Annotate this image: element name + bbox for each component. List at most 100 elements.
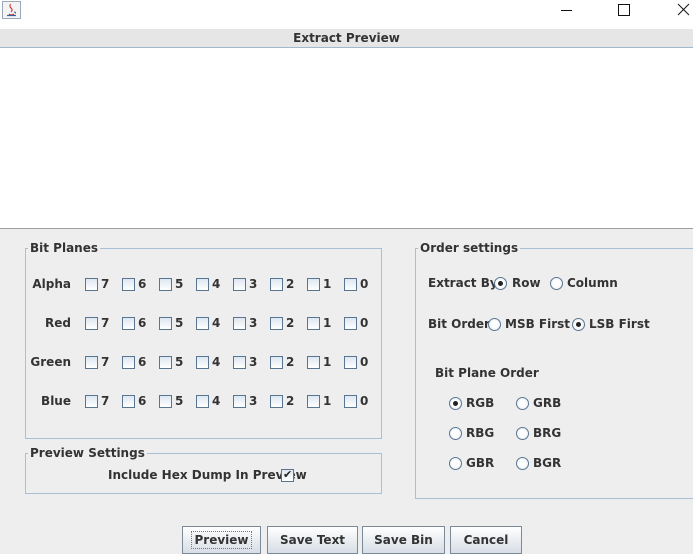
bit-checkbox-alpha-7[interactable] <box>85 278 98 291</box>
bit-label: 5 <box>175 394 184 408</box>
bit-label: 4 <box>212 277 221 291</box>
bit-checkbox-alpha-2[interactable] <box>270 278 283 291</box>
minimize-icon[interactable] <box>547 0 587 22</box>
extract-by-row-label: Row <box>512 276 541 290</box>
bit-label: 6 <box>138 355 147 369</box>
cancel-button[interactable]: Cancel <box>450 526 522 554</box>
bit-checkbox-red-4[interactable] <box>196 317 209 330</box>
bit-checkbox-red-3[interactable] <box>233 317 246 330</box>
bit-label: 1 <box>323 316 332 330</box>
bit-checkbox-blue-4[interactable] <box>196 395 209 408</box>
bit-label: 7 <box>101 394 110 408</box>
extract-by-row-radio[interactable] <box>494 277 507 290</box>
bit-label: 3 <box>249 394 258 408</box>
bit-label: 0 <box>360 277 369 291</box>
bit-checkbox-blue-5[interactable] <box>159 395 172 408</box>
bit-checkbox-green-7[interactable] <box>85 356 98 369</box>
bit-checkbox-green-1[interactable] <box>307 356 320 369</box>
bit-checkbox-green-2[interactable] <box>270 356 283 369</box>
bit-order-msb-radio[interactable] <box>488 318 501 331</box>
bit-label: 2 <box>286 277 295 291</box>
bit-label: 5 <box>175 355 184 369</box>
bit-checkbox-green-6[interactable] <box>122 356 135 369</box>
bit-label: 0 <box>360 316 369 330</box>
order-gbr-label: GBR <box>466 456 495 470</box>
order-rbg-radio[interactable] <box>449 427 462 440</box>
order-bgr-radio[interactable] <box>516 457 529 470</box>
bit-order-lsb-label: LSB First <box>589 317 650 331</box>
bit-label: 1 <box>323 394 332 408</box>
bit-checkbox-alpha-1[interactable] <box>307 278 320 291</box>
bit-checkbox-red-5[interactable] <box>159 317 172 330</box>
bit-checkbox-alpha-3[interactable] <box>233 278 246 291</box>
save-bin-button[interactable]: Save Bin <box>362 526 445 554</box>
order-rgb-radio[interactable] <box>449 397 462 410</box>
bit-label: 0 <box>360 394 369 408</box>
bit-label: 6 <box>138 316 147 330</box>
bit-checkbox-red-7[interactable] <box>85 317 98 330</box>
bit-checkbox-alpha-5[interactable] <box>159 278 172 291</box>
order-grb-radio[interactable] <box>516 397 529 410</box>
bit-label: 2 <box>286 316 295 330</box>
bit-order-msb-label: MSB First <box>505 317 571 331</box>
bit-row-label-red: Red <box>45 316 71 330</box>
bit-label: 6 <box>138 394 147 408</box>
bit-planes-title: Bit Planes <box>30 241 99 255</box>
bit-checkbox-alpha-6[interactable] <box>122 278 135 291</box>
bit-planes-panel: Bit Planes <box>25 241 382 439</box>
bit-label: 7 <box>101 277 110 291</box>
order-brg-radio[interactable] <box>516 427 529 440</box>
hex-dump-checkbox[interactable]: ✔ <box>281 468 294 482</box>
bit-label: 2 <box>286 355 295 369</box>
preview-text-area[interactable] <box>0 48 693 229</box>
order-rbg-label: RBG <box>466 426 495 440</box>
bit-checkbox-red-6[interactable] <box>122 317 135 330</box>
bit-label: 1 <box>323 355 332 369</box>
bit-checkbox-blue-1[interactable] <box>307 395 320 408</box>
save-text-button-label: Save Text <box>279 533 346 547</box>
extract-by-column-radio[interactable] <box>550 277 563 290</box>
bit-label: 5 <box>175 316 184 330</box>
window-title: Extract Preview <box>0 29 693 48</box>
bit-checkbox-green-5[interactable] <box>159 356 172 369</box>
java-app-icon <box>2 1 21 19</box>
bit-label: 4 <box>212 316 221 330</box>
bit-label: 3 <box>249 355 258 369</box>
bit-checkbox-blue-7[interactable] <box>85 395 98 408</box>
bit-checkbox-red-1[interactable] <box>307 317 320 330</box>
bit-checkbox-blue-0[interactable] <box>344 395 357 408</box>
bit-order-lsb-radio[interactable] <box>572 318 585 331</box>
bit-checkbox-alpha-0[interactable] <box>344 278 357 291</box>
bit-checkbox-green-0[interactable] <box>344 356 357 369</box>
bit-label: 1 <box>323 277 332 291</box>
bit-checkbox-red-0[interactable] <box>344 317 357 330</box>
bit-label: 0 <box>360 355 369 369</box>
bit-label: 5 <box>175 277 184 291</box>
save-text-button[interactable]: Save Text <box>267 526 358 554</box>
close-icon[interactable] <box>664 0 693 22</box>
bit-checkbox-green-3[interactable] <box>233 356 246 369</box>
order-brg-label: BRG <box>533 426 562 440</box>
bit-label: 6 <box>138 277 147 291</box>
bit-checkbox-green-4[interactable] <box>196 356 209 369</box>
bit-label: 3 <box>249 316 258 330</box>
order-rgb-label: RGB <box>466 396 495 410</box>
order-grb-label: GRB <box>533 396 562 410</box>
window-titlebar <box>0 0 693 29</box>
preview-button[interactable]: Preview <box>182 526 261 554</box>
bit-order-label: Bit Order <box>428 317 490 331</box>
bit-plane-order-label: Bit Plane Order <box>435 366 539 380</box>
bit-checkbox-blue-3[interactable] <box>233 395 246 408</box>
bit-label: 4 <box>212 355 221 369</box>
preview-settings-title: Preview Settings <box>30 446 145 460</box>
preview-button-label: Preview <box>191 531 252 549</box>
bit-row-label-alpha: Alpha <box>32 277 71 291</box>
bit-checkbox-alpha-4[interactable] <box>196 278 209 291</box>
bit-checkbox-blue-2[interactable] <box>270 395 283 408</box>
order-gbr-radio[interactable] <box>449 457 462 470</box>
bit-checkbox-blue-6[interactable] <box>122 395 135 408</box>
bit-checkbox-red-2[interactable] <box>270 317 283 330</box>
bit-label: 7 <box>101 355 110 369</box>
bit-row-label-blue: Blue <box>41 394 71 408</box>
maximize-icon[interactable] <box>604 0 644 22</box>
